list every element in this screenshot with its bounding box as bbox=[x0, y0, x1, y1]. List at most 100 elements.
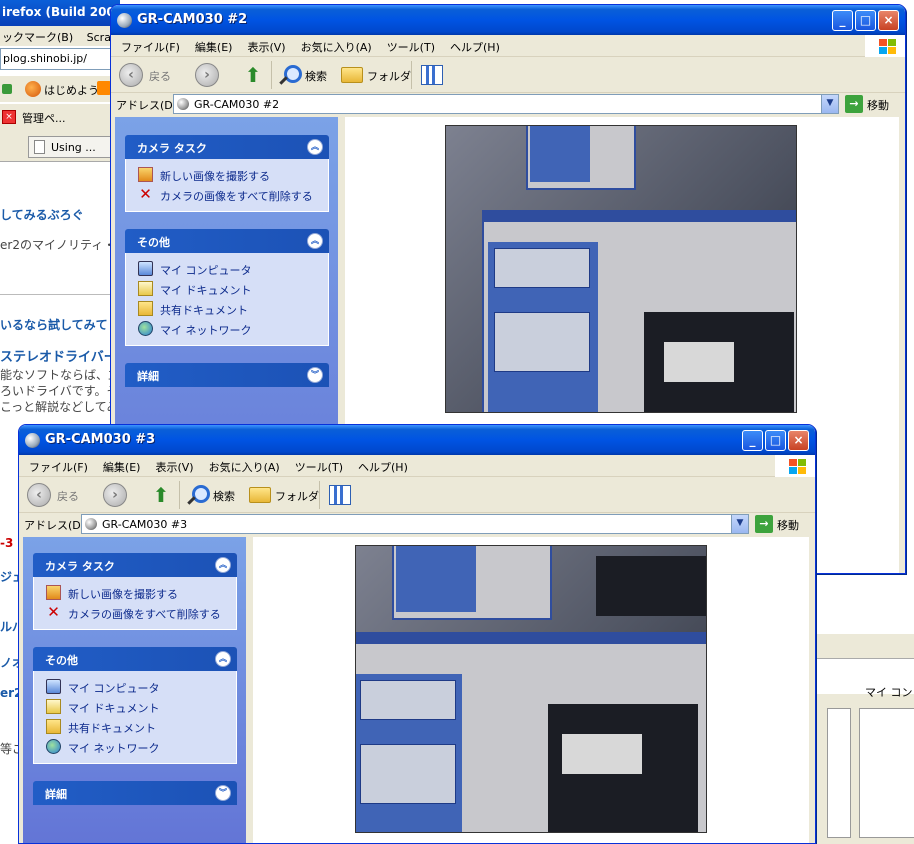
go-button-label[interactable]: 移動 bbox=[867, 97, 889, 113]
tab-admin[interactable]: 管理ペ... bbox=[22, 110, 66, 126]
link-label: 新しい画像を撮影する bbox=[68, 588, 178, 601]
delete-all-pictures-link[interactable]: ✕ カメラの画像をすべて削除する bbox=[46, 603, 236, 623]
take-new-picture-link[interactable]: 新しい画像を撮影する bbox=[46, 583, 236, 603]
take-new-picture-link[interactable]: 新しい画像を撮影する bbox=[138, 165, 328, 185]
views-icon[interactable] bbox=[421, 65, 443, 85]
go-button-label[interactable]: 移動 bbox=[777, 517, 799, 533]
content-area[interactable] bbox=[253, 537, 809, 843]
chevron-down-icon[interactable]: ︾ bbox=[215, 785, 231, 801]
go-arrow-icon[interactable]: → bbox=[845, 95, 863, 113]
search-icon[interactable] bbox=[185, 483, 210, 507]
go-arrow-icon[interactable]: → bbox=[755, 515, 773, 533]
camera-window-icon[interactable] bbox=[117, 13, 132, 28]
back-button-label[interactable]: 戻る bbox=[57, 488, 79, 504]
search-button-label[interactable]: 検索 bbox=[213, 488, 235, 504]
camera-window-icon[interactable] bbox=[25, 433, 40, 448]
title-bar[interactable]: GR-CAM030 #2 _ □ × bbox=[111, 5, 905, 35]
blog-line[interactable]: ステレオドライバー bbox=[0, 346, 112, 365]
menu-view[interactable]: 表示(V) bbox=[145, 455, 198, 475]
fragment-my-computer[interactable]: マイ コン bbox=[865, 684, 913, 700]
menu-favorites[interactable]: お気に入り(A) bbox=[291, 35, 377, 55]
chevron-down-icon[interactable]: ︾ bbox=[307, 367, 323, 383]
chevron-down-icon[interactable]: ▼ bbox=[731, 515, 748, 533]
my-computer-link[interactable]: マイ コンピュータ bbox=[138, 259, 328, 279]
search-button-label[interactable]: 検索 bbox=[305, 68, 327, 84]
bookmark-down-icon[interactable] bbox=[2, 84, 12, 94]
my-network-link[interactable]: マイ ネットワーク bbox=[138, 319, 328, 339]
menu-bar: ファイル(F) 編集(E) 表示(V) お気に入り(A) ツール(T) ヘルプ(H) bbox=[19, 455, 815, 477]
minimize-button[interactable]: _ bbox=[832, 10, 853, 31]
forward-arrow-icon[interactable]: › bbox=[103, 483, 127, 507]
menu-tools[interactable]: ツール(T) bbox=[377, 35, 440, 55]
folders-icon[interactable] bbox=[249, 487, 271, 503]
menu-file[interactable]: ファイル(F) bbox=[111, 35, 185, 55]
menu-view[interactable]: 表示(V) bbox=[237, 35, 290, 55]
tab-using[interactable]: Using ... bbox=[28, 136, 112, 158]
rss-icon[interactable] bbox=[97, 81, 111, 95]
panel-header[interactable]: カメラ タスク ︽ bbox=[33, 553, 237, 577]
search-icon[interactable] bbox=[277, 63, 302, 87]
menu-edit[interactable]: 編集(E) bbox=[93, 455, 146, 475]
chevron-up-icon[interactable]: ︽ bbox=[307, 139, 323, 155]
panel-header[interactable]: カメラ タスク ︽ bbox=[125, 135, 329, 159]
my-documents-link[interactable]: マイ ドキュメント bbox=[46, 697, 236, 717]
panel-title: カメラ タスク bbox=[45, 560, 115, 573]
menu-edit[interactable]: 編集(E) bbox=[185, 35, 238, 55]
address-bar: アドレス(D) GR-CAM030 #2 ▼ → 移動 bbox=[111, 93, 905, 115]
folders-button-label[interactable]: フォルダ bbox=[275, 488, 319, 504]
menu-help[interactable]: ヘルプ(H) bbox=[440, 35, 505, 55]
camera-image[interactable] bbox=[445, 125, 797, 413]
link-label: マイ ドキュメント bbox=[160, 284, 252, 297]
menu-favorites[interactable]: お気に入り(A) bbox=[199, 455, 285, 475]
up-folder-icon[interactable]: ⬆ bbox=[241, 63, 265, 87]
delete-all-pictures-link[interactable]: ✕ カメラの画像をすべて削除する bbox=[138, 185, 328, 205]
folders-icon[interactable] bbox=[341, 67, 363, 83]
blog-line[interactable]: してみるぶろぐ bbox=[0, 206, 84, 223]
up-folder-icon[interactable]: ⬆ bbox=[149, 483, 173, 507]
forward-arrow-icon[interactable]: › bbox=[195, 63, 219, 87]
chevron-up-icon[interactable]: ︽ bbox=[215, 651, 231, 667]
other-places-panel: その他 ︽ マイ コンピュータ マイ ドキュメント 共有ドキュメント マイ ネット… bbox=[125, 229, 329, 346]
shared-documents-link[interactable]: 共有ドキュメント bbox=[46, 717, 236, 737]
chevron-up-icon[interactable]: ︽ bbox=[215, 557, 231, 573]
chevron-down-icon[interactable]: ▼ bbox=[821, 95, 838, 113]
minimize-button[interactable]: _ bbox=[742, 430, 763, 451]
close-button[interactable]: × bbox=[878, 10, 899, 31]
firefox-icon bbox=[25, 81, 41, 97]
back-arrow-icon[interactable]: ‹ bbox=[119, 63, 143, 87]
blog-line[interactable]: いるなら試してみて bbox=[0, 316, 108, 333]
panel-header[interactable]: その他 ︽ bbox=[125, 229, 329, 253]
my-network-icon bbox=[138, 321, 153, 336]
explorer-window-cam3[interactable]: GR-CAM030 #3 _ □ × ファイル(F) 編集(E) 表示(V) お気に入… bbox=[18, 424, 816, 844]
chevron-up-icon[interactable]: ︽ bbox=[307, 233, 323, 249]
camera-address-icon bbox=[85, 518, 97, 530]
camera-image[interactable] bbox=[355, 545, 707, 833]
menu-tools[interactable]: ツール(T) bbox=[285, 455, 348, 475]
my-documents-link[interactable]: マイ ドキュメント bbox=[138, 279, 328, 299]
panel-header[interactable]: 詳細 ︾ bbox=[125, 363, 329, 387]
menu-help[interactable]: ヘルプ(H) bbox=[348, 455, 413, 475]
panel-header[interactable]: その他 ︽ bbox=[33, 647, 237, 671]
panel-header[interactable]: 詳細 ︾ bbox=[33, 781, 237, 805]
close-tab-icon[interactable]: × bbox=[2, 110, 16, 124]
maximize-button[interactable]: □ bbox=[855, 10, 876, 31]
bookmark-getting-started[interactable]: はじめよう bbox=[44, 82, 99, 98]
address-label: アドレス(D) bbox=[24, 519, 86, 532]
my-computer-link[interactable]: マイ コンピュータ bbox=[46, 677, 236, 697]
views-icon[interactable] bbox=[329, 485, 351, 505]
firefox-url-field[interactable]: plog.shinobi.jp/ bbox=[0, 48, 112, 70]
title-bar[interactable]: GR-CAM030 #3 _ □ × bbox=[19, 425, 815, 455]
address-field[interactable]: GR-CAM030 #2 ▼ bbox=[173, 94, 839, 114]
fragment-pane bbox=[859, 708, 914, 838]
shared-documents-link[interactable]: 共有ドキュメント bbox=[138, 299, 328, 319]
menu-bar: ファイル(F) 編集(E) 表示(V) お気に入り(A) ツール(T) ヘルプ(H) bbox=[111, 35, 905, 57]
back-arrow-icon[interactable]: ‹ bbox=[27, 483, 51, 507]
my-network-link[interactable]: マイ ネットワーク bbox=[46, 737, 236, 757]
menu-bookmarks[interactable]: ックマーク(B) bbox=[2, 31, 73, 44]
back-button-label[interactable]: 戻る bbox=[149, 68, 171, 84]
menu-file[interactable]: ファイル(F) bbox=[19, 455, 93, 475]
folders-button-label[interactable]: フォルダ bbox=[367, 68, 411, 84]
address-field[interactable]: GR-CAM030 #3 ▼ bbox=[81, 514, 749, 534]
maximize-button[interactable]: □ bbox=[765, 430, 786, 451]
close-button[interactable]: × bbox=[788, 430, 809, 451]
